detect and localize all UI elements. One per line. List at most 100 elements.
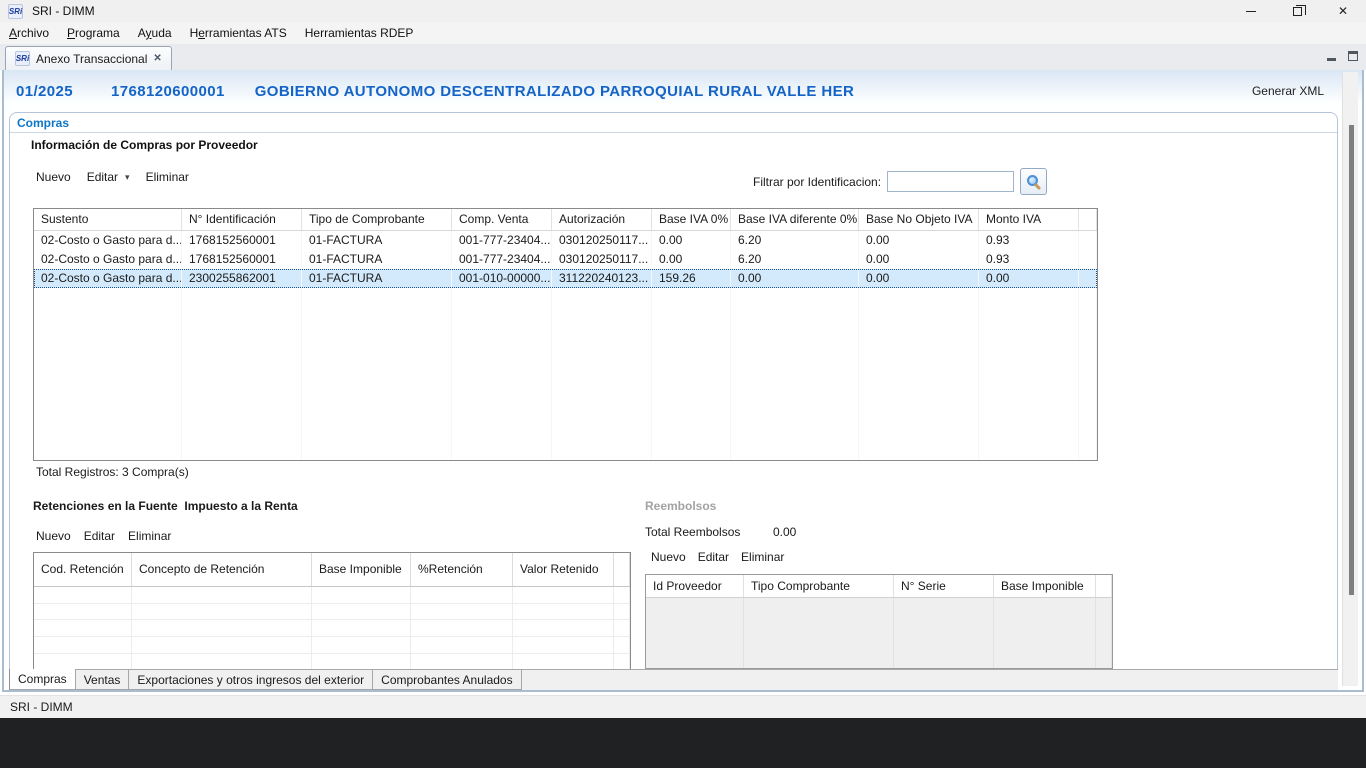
retenciones-table-header: Cod. Retención Concepto de Retención Bas… <box>34 553 630 587</box>
col-pct-retencion[interactable]: %Retención <box>411 553 513 586</box>
statusbar: SRI - DIMM <box>0 695 1366 718</box>
compras-eliminar-button[interactable]: Eliminar <box>146 170 189 184</box>
reembolsos-editar-button[interactable]: Editar <box>698 550 729 564</box>
view-maximize-icon[interactable] <box>1348 51 1358 61</box>
tab-close-icon[interactable]: ✕ <box>153 53 161 64</box>
cell: 01-FACTURA <box>302 269 452 288</box>
cell: 0.00 <box>859 231 979 250</box>
retenciones-table: Cod. Retención Concepto de Retención Bas… <box>33 552 631 672</box>
tab-comprobantes-anulados[interactable]: Comprobantes Anulados <box>373 670 521 690</box>
col-monto-iva[interactable]: Monto IVA <box>979 209 1079 230</box>
cell: 001-777-23404... <box>452 250 552 269</box>
cell: 6.20 <box>731 231 859 250</box>
app-logo-icon: SRi <box>8 4 23 19</box>
generar-xml-button[interactable]: Generar XML <box>1252 84 1324 98</box>
col-base-imponible[interactable]: Base Imponible <box>994 575 1096 597</box>
titlebar: SRi SRI - DIMM ✕ <box>0 0 1366 22</box>
reembolsos-table: Id Proveedor Tipo Comprobante N° Serie B… <box>645 574 1113 669</box>
col-valor-retenido[interactable]: Valor Retenido <box>513 553 614 586</box>
cell: 01-FACTURA <box>302 250 452 269</box>
empty-row <box>34 620 630 637</box>
close-icon: ✕ <box>1338 5 1348 17</box>
menubar: Archivo Programa Ayuda Herramientas ATS … <box>0 22 1366 44</box>
menu-ayuda[interactable]: Ayuda <box>129 26 181 40</box>
retenciones-editar-button[interactable]: Editar <box>84 529 115 543</box>
retenciones-eliminar-button[interactable]: Eliminar <box>128 529 171 543</box>
cell: 2300255862001 <box>182 269 302 288</box>
reembolsos-nuevo-button[interactable]: Nuevo <box>651 550 686 564</box>
menu-archivo[interactable]: Archivo <box>0 26 58 40</box>
cell: 0.00 <box>859 250 979 269</box>
filter-input[interactable] <box>887 171 1014 192</box>
cell: 0.00 <box>652 231 731 250</box>
menu-herramientas-ats[interactable]: Herramientas ATS <box>181 26 296 40</box>
menu-programa[interactable]: Programa <box>58 26 129 40</box>
retenciones-toolbar: Nuevo Editar Eliminar <box>36 529 171 543</box>
view-buttons <box>1327 51 1358 61</box>
filter-search-button[interactable] <box>1020 168 1047 195</box>
tab-anexo-transaccional[interactable]: SRi Anexo Transaccional ✕ <box>5 46 172 70</box>
total-reembolsos-label: Total Reembolsos <box>645 525 740 539</box>
cell: 030120250117... <box>552 231 652 250</box>
col-comp-venta[interactable]: Comp. Venta <box>452 209 552 230</box>
total-registros: Total Registros: 3 Compra(s) <box>36 465 189 479</box>
reembolsos-toolbar: Nuevo Editar Eliminar <box>651 550 784 564</box>
col-base-imponible[interactable]: Base Imponible <box>312 553 411 586</box>
close-button[interactable]: ✕ <box>1320 0 1366 22</box>
col-base-no-objeto[interactable]: Base No Objeto IVA <box>859 209 979 230</box>
table-row[interactable]: 02-Costo o Gasto para d... 1768152560001… <box>34 231 1097 250</box>
cell: 0.00 <box>652 250 731 269</box>
reembolsos-eliminar-button[interactable]: Eliminar <box>741 550 784 564</box>
menu-herramientas-rdep[interactable]: Herramientas RDEP <box>296 26 423 40</box>
retenciones-nuevo-button[interactable]: Nuevo <box>36 529 71 543</box>
cell: 1768152560001 <box>182 250 302 269</box>
cell: 159.26 <box>652 269 731 288</box>
tab-label: Anexo Transaccional <box>36 52 147 66</box>
editar-dropdown-icon[interactable]: ▾ <box>125 172 130 183</box>
cell <box>1079 269 1097 288</box>
view-minimize-icon[interactable] <box>1327 58 1336 61</box>
compras-editar-button[interactable]: Editar <box>87 170 118 184</box>
col-autorizacion[interactable]: Autorización <box>552 209 652 230</box>
cell: 01-FACTURA <box>302 231 452 250</box>
table-row-selected[interactable]: 02-Costo o Gasto para d... 2300255862001… <box>34 269 1097 288</box>
search-icon <box>1027 175 1038 186</box>
col-identificacion[interactable]: N° Identificación <box>182 209 302 230</box>
empty-row <box>34 587 630 604</box>
taskbar: 16° Búsqueda X W ☎ <box>0 718 1366 768</box>
cell: 6.20 <box>731 250 859 269</box>
view-header: 01/2025 1768120600001 GOBIERNO AUTONOMO … <box>4 70 1362 112</box>
reembolsos-title: Reembolsos <box>645 499 716 513</box>
minimize-button[interactable] <box>1228 0 1274 22</box>
section-divider <box>10 132 1337 133</box>
restore-button[interactable] <box>1274 0 1320 22</box>
reembolsos-table-header: Id Proveedor Tipo Comprobante N° Serie B… <box>646 575 1112 598</box>
col-id-proveedor[interactable]: Id Proveedor <box>646 575 744 597</box>
scrollbar-thumb[interactable] <box>1349 125 1354 595</box>
col-base-iva-dif[interactable]: Base IVA diferente 0% <box>731 209 859 230</box>
col-tipo-comprobante[interactable]: Tipo Comprobante <box>744 575 894 597</box>
ruc-value: 1768120600001 <box>111 83 225 100</box>
col-concepto[interactable]: Concepto de Retención <box>132 553 312 586</box>
col-serie[interactable]: N° Serie <box>894 575 994 597</box>
tab-exportaciones[interactable]: Exportaciones y otros ingresos del exter… <box>129 670 373 690</box>
section-label: Compras <box>17 116 69 130</box>
col-sustento[interactable]: Sustento <box>34 209 182 230</box>
col-base-iva0[interactable]: Base IVA 0% <box>652 209 731 230</box>
table-empty-area <box>34 288 1097 460</box>
tab-ventas[interactable]: Ventas <box>76 670 130 690</box>
col-filler <box>1096 575 1112 597</box>
col-cod-retencion[interactable]: Cod. Retención <box>34 553 132 586</box>
view-tabstrip: SRi Anexo Transaccional ✕ <box>0 44 1366 70</box>
cell: 0.00 <box>859 269 979 288</box>
tab-compras[interactable]: Compras <box>9 669 76 690</box>
compras-nuevo-button[interactable]: Nuevo <box>36 170 71 184</box>
vertical-scrollbar[interactable] <box>1342 72 1358 686</box>
compras-toolbar: Nuevo Editar ▾ Eliminar <box>36 170 189 184</box>
cell: 02-Costo o Gasto para d... <box>34 231 182 250</box>
sri-tab-icon: SRi <box>15 51 30 66</box>
view-area: 01/2025 1768120600001 GOBIERNO AUTONOMO … <box>2 70 1364 692</box>
empty-row <box>34 604 630 621</box>
table-row[interactable]: 02-Costo o Gasto para d... 1768152560001… <box>34 250 1097 269</box>
col-tipo-comprobante[interactable]: Tipo de Comprobante <box>302 209 452 230</box>
